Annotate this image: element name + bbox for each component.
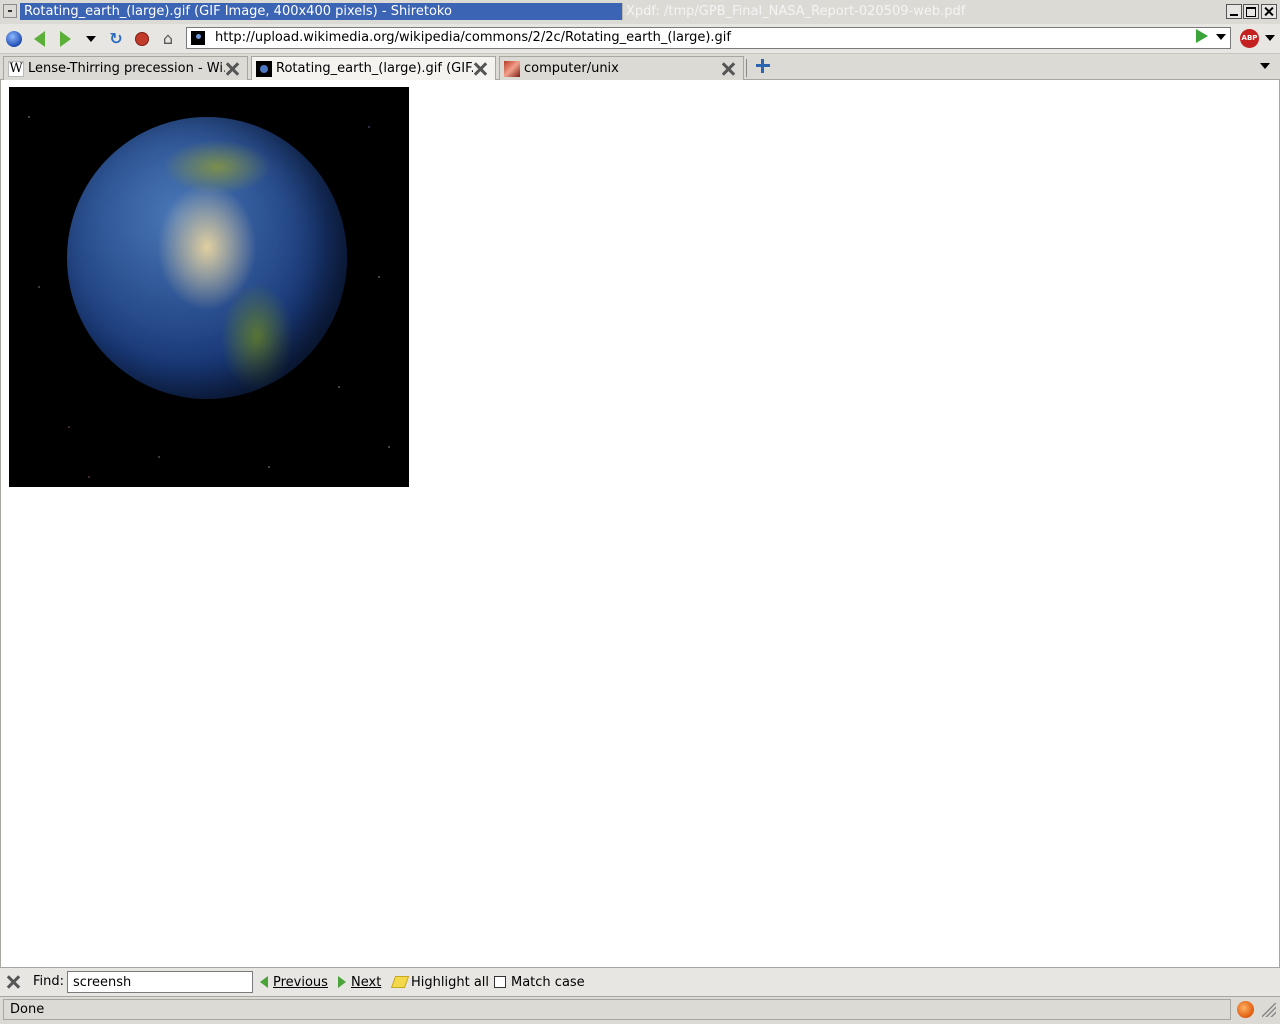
- find-input[interactable]: [67, 971, 253, 993]
- earth-favicon-icon: [256, 61, 272, 77]
- tab-label: computer/unix: [524, 60, 619, 76]
- tab-lense-thirring[interactable]: W Lense-Thirring precession - Wi...: [3, 56, 248, 80]
- reload-icon[interactable]: ↻: [106, 29, 126, 49]
- find-bar: Find: Previous Next Highlight all Match …: [0, 967, 1280, 996]
- site-favicon-icon: [191, 31, 205, 45]
- back-icon[interactable]: [29, 29, 49, 49]
- previous-arrow-icon: [260, 976, 268, 988]
- adblock-dropdown-icon[interactable]: [1265, 35, 1275, 41]
- minimize-icon[interactable]: [1226, 4, 1242, 19]
- close-tab-icon[interactable]: [225, 61, 241, 77]
- window-menu-icon[interactable]: [3, 4, 17, 18]
- firefox-status-icon[interactable]: [1237, 1001, 1254, 1018]
- forward-icon[interactable]: [55, 29, 75, 49]
- match-case-checkbox[interactable]: Match case: [494, 973, 585, 991]
- next-label: Next: [351, 974, 382, 990]
- maximize-icon[interactable]: [1243, 4, 1259, 19]
- highlight-all-label: Highlight all: [411, 974, 490, 990]
- tab-strip: W Lense-Thirring precession - Wi... Rota…: [0, 54, 1280, 81]
- window-titlebar: Rotating_earth_(large).gif (GIF Image, 4…: [0, 0, 1280, 24]
- inactive-window-title[interactable]: Xpdf: /tmp/GPB_Final_NASA_Report-020509-…: [622, 3, 1222, 20]
- tab-list-dropdown-icon[interactable]: [1260, 63, 1270, 69]
- wikipedia-favicon-icon: W: [8, 60, 24, 77]
- close-window-icon[interactable]: [1261, 4, 1277, 19]
- tab-label: Rotating_earth_(large).gif (GIF...: [276, 61, 473, 76]
- new-tab-icon[interactable]: [755, 58, 771, 74]
- highlight-all-button[interactable]: Highlight all: [390, 973, 490, 991]
- rotating-earth-image[interactable]: [9, 87, 409, 487]
- resize-grip-icon[interactable]: [1262, 1003, 1276, 1017]
- red-favicon-icon: [504, 60, 520, 77]
- close-tab-icon[interactable]: [473, 61, 489, 77]
- match-case-label: Match case: [511, 974, 585, 990]
- home-icon[interactable]: ⌂: [158, 29, 178, 49]
- navigation-toolbar: ↻ ⌂ http://upload.wikimedia.org/wikipedi…: [0, 24, 1280, 54]
- tab-computer-unix[interactable]: computer/unix: [499, 56, 744, 80]
- find-next-button[interactable]: Next: [338, 973, 381, 991]
- checkbox-icon[interactable]: [494, 976, 506, 988]
- previous-label: Previous: [273, 974, 328, 990]
- highlighter-icon: [390, 976, 410, 988]
- stop-icon[interactable]: [132, 29, 152, 49]
- next-arrow-icon: [338, 976, 346, 988]
- url-bar[interactable]: http://upload.wikimedia.org/wikipedia/co…: [186, 27, 1231, 49]
- tab-separator: [746, 59, 747, 77]
- status-text: Done: [3, 999, 1231, 1020]
- url-dropdown-icon[interactable]: [1216, 34, 1226, 40]
- go-icon[interactable]: [1196, 29, 1208, 43]
- status-bar: Done: [0, 996, 1280, 1024]
- active-window-title[interactable]: Rotating_earth_(large).gif (GIF Image, 4…: [20, 3, 622, 20]
- url-text[interactable]: http://upload.wikimedia.org/wikipedia/co…: [215, 30, 731, 46]
- find-previous-button[interactable]: Previous: [260, 973, 328, 991]
- history-dropdown-icon[interactable]: [81, 29, 101, 49]
- adblock-icon[interactable]: ABP: [1240, 29, 1259, 48]
- find-label: Find:: [33, 974, 65, 989]
- globe-icon[interactable]: [4, 29, 24, 49]
- close-findbar-icon[interactable]: [6, 975, 20, 989]
- earth-globe: [67, 117, 347, 399]
- close-tab-icon[interactable]: [721, 61, 737, 77]
- tab-label: Lense-Thirring precession - Wi...: [28, 60, 225, 76]
- tab-rotating-earth[interactable]: Rotating_earth_(large).gif (GIF...: [251, 56, 496, 81]
